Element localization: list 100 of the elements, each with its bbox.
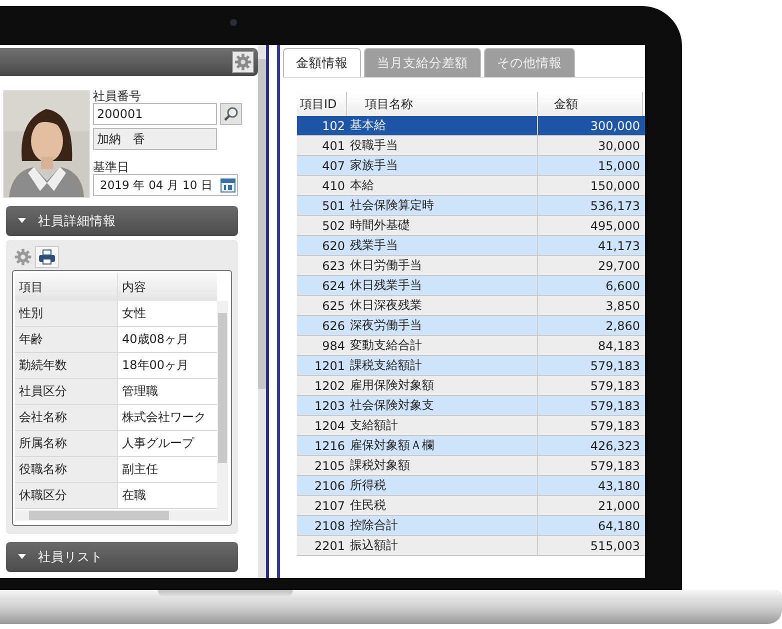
section-header[interactable]: 社員リスト: [6, 542, 238, 572]
table-row[interactable]: 1201 課税支給額計 579,183: [297, 356, 645, 376]
table-cell-text: 15,000: [597, 158, 641, 174]
table-cell-text: 410: [321, 178, 346, 194]
column-header: 項目ID: [297, 92, 347, 116]
table-cell-text: 620: [321, 238, 346, 254]
table-cell-text: 579,183: [589, 418, 641, 434]
employee-number-field[interactable]: 200001: [93, 103, 217, 125]
column-header: 項目名称: [347, 92, 538, 116]
splitter[interactable]: [266, 45, 280, 578]
table-cell-text: 579,183: [589, 358, 641, 374]
table-row[interactable]: 407 家族手当 15,000: [297, 156, 645, 176]
table-row[interactable]: 501 社会保険算定時 536,173: [297, 196, 645, 216]
table-cell-text: 29,700: [597, 258, 641, 274]
table-cell-text: 1203: [313, 398, 346, 414]
table-cell-text: 2106: [313, 478, 346, 494]
table-cell-text: 401: [321, 138, 346, 154]
table-cell: 課税支給額計: [347, 356, 538, 375]
table-cell: 支給額計: [347, 416, 538, 435]
table-cell: 休日労働手当: [347, 256, 538, 275]
table-row[interactable]: 984 変動支給合計 84,183: [297, 336, 645, 356]
vertical-scrollbar[interactable]: [217, 301, 228, 521]
table-row[interactable]: 2201 振込額計 515,003: [297, 536, 645, 556]
table-cell-text: 1204: [313, 418, 346, 434]
table-cell-text: 2107: [313, 498, 346, 514]
tab[interactable]: 金額情報: [283, 48, 361, 77]
table-row[interactable]: 2107 住民税 21,000: [297, 496, 645, 516]
vertical-scrollbar[interactable]: [258, 45, 266, 578]
table-cell: 所得税: [347, 476, 538, 495]
table-row[interactable]: 623 休日労働手当 29,700: [297, 256, 645, 276]
settings-button[interactable]: [232, 51, 254, 73]
table-cell: 休日深夜残業: [347, 296, 538, 315]
table-cell-text: 426,323: [589, 438, 641, 454]
table-cell: 変動支給合計: [347, 336, 538, 355]
table-cell: 役職手当: [347, 136, 538, 155]
print-button[interactable]: [35, 246, 59, 268]
table-cell-text: 2,860: [604, 318, 641, 334]
table-cell-text: 1201: [313, 358, 346, 374]
table-cell-text: 1216: [313, 438, 346, 454]
table-cell-text: 43,180: [597, 478, 641, 494]
column-header: 金額: [538, 92, 643, 116]
table-cell: 課税対象額: [347, 456, 538, 475]
field-label: 基準日: [93, 159, 130, 174]
table-cell-text: 579,183: [589, 378, 641, 394]
date-field[interactable]: 2019 年 04 月 10 日: [93, 174, 238, 196]
column-header: 項目: [15, 273, 118, 301]
table-cell-text: 624: [321, 278, 346, 294]
table-cell-text: 41,173: [597, 238, 641, 254]
table-cell: 年齢: [15, 327, 118, 353]
table-cell-text: 84,183: [597, 338, 641, 354]
section-header[interactable]: 社員詳細情報: [6, 206, 238, 236]
calendar-icon[interactable]: [220, 177, 236, 193]
table-cell-text: 6,600: [604, 278, 641, 294]
table-cell: 雇用保険対象額: [347, 376, 538, 395]
table-cell: 残業手当: [347, 236, 538, 255]
table-row[interactable]: 1204 支給額計 579,183: [297, 416, 645, 436]
table-cell: 所属名称: [15, 431, 118, 457]
table-cell: 休日残業手当: [347, 276, 538, 295]
table-cell-text: 2108: [313, 518, 346, 534]
table-cell: 住民税: [347, 496, 538, 515]
table-cell: 雇保対象額Ａ欄: [347, 436, 538, 455]
employee-name-field: 加納 香: [93, 128, 217, 150]
table-row[interactable]: 625 休日深夜残業 3,850: [297, 296, 645, 316]
search-button[interactable]: [220, 103, 242, 125]
table-cell: 休職区分: [15, 483, 118, 509]
horizontal-scrollbar[interactable]: [15, 510, 217, 521]
table-row[interactable]: 1202 雇用保険対象額 579,183: [297, 376, 645, 396]
table-row[interactable]: 620 残業手当 41,173: [297, 236, 645, 256]
table-cell-text: 30,000: [597, 138, 641, 154]
field-label: 社員番号: [93, 88, 142, 103]
table-row[interactable]: 2105 課税対象額 579,183: [297, 456, 645, 476]
table-cell-text: 984: [321, 338, 346, 354]
column-header: 内容: [118, 273, 217, 301]
table-row[interactable]: 2106 所得税 43,180: [297, 476, 645, 496]
table-cell: 会社名称: [15, 405, 118, 431]
table-row[interactable]: 502 時間外基礎 495,000: [297, 216, 645, 236]
table-cell-text: 579,183: [589, 458, 641, 474]
table-cell-text: 150,000: [589, 178, 641, 194]
table-cell: 役職名称: [15, 457, 118, 483]
settings-icon: [234, 53, 252, 71]
table-row[interactable]: 1203 社会保険対象支 579,183: [297, 396, 645, 416]
printer-icon: [38, 249, 56, 265]
search-icon: [223, 106, 239, 122]
triangle-icon: [18, 554, 26, 560]
table-cell: 振込額計: [347, 536, 538, 555]
table-cell-text: 536,173: [589, 198, 641, 214]
table-row[interactable]: 624 休日残業手当 6,600: [297, 276, 645, 296]
table-cell: 深夜労働手当: [347, 316, 538, 335]
table-row[interactable]: 102 基本給 300,000: [297, 116, 645, 136]
table-row[interactable]: 2108 控除合計 64,180: [297, 516, 645, 536]
table-cell-text: 2201: [313, 538, 346, 554]
table-row[interactable]: 626 深夜労働手当 2,860: [297, 316, 645, 336]
table-row[interactable]: 1216 雇保対象額Ａ欄 426,323: [297, 436, 645, 456]
table-cell-text: 64,180: [597, 518, 641, 534]
table-row[interactable]: 410 本給 150,000: [297, 176, 645, 196]
table-row[interactable]: 401 役職手当 30,000: [297, 136, 645, 156]
table-cell: 性別: [15, 301, 118, 327]
table-cell-text: 579,183: [589, 398, 641, 414]
table-cell-text: 2105: [313, 458, 346, 474]
table-cell: 時間外基礎: [347, 216, 538, 235]
